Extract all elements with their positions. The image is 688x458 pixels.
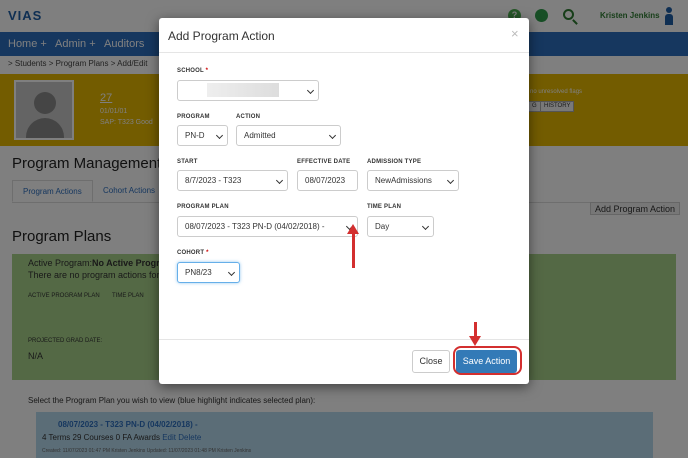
cohort-label: COHORT * bbox=[177, 250, 209, 256]
close-icon[interactable]: × bbox=[511, 26, 519, 41]
arrow-up-shaft bbox=[352, 231, 355, 268]
chevron-down-icon bbox=[446, 176, 455, 185]
chevron-down-icon bbox=[227, 268, 236, 277]
start-label: START bbox=[177, 159, 198, 165]
program-plan-label: PROGRAM PLAN bbox=[177, 204, 229, 210]
required-marker: * bbox=[206, 250, 209, 256]
school-label: SCHOOL * bbox=[177, 68, 209, 74]
action-select[interactable]: Admitted bbox=[236, 125, 341, 146]
modal-title: Add Program Action bbox=[168, 29, 275, 43]
program-label: PROGRAM bbox=[177, 114, 210, 120]
admission-type-select[interactable]: NewAdmissions bbox=[367, 170, 459, 191]
start-select[interactable]: 8/7/2023 - T323 bbox=[177, 170, 288, 191]
arrow-down-icon bbox=[469, 336, 481, 346]
save-highlight-ring bbox=[453, 346, 522, 375]
chevron-down-icon bbox=[275, 176, 284, 185]
time-plan-label-modal: TIME PLAN bbox=[367, 204, 402, 210]
chevron-down-icon bbox=[421, 222, 430, 231]
effective-date-input[interactable]: 08/07/2023 bbox=[297, 170, 358, 191]
modal-header: Add Program Action × bbox=[159, 18, 529, 53]
chevron-down-icon bbox=[306, 86, 315, 95]
chevron-down-icon bbox=[328, 131, 337, 140]
action-label: ACTION bbox=[236, 114, 261, 120]
time-plan-select[interactable]: Day bbox=[367, 216, 434, 237]
chevron-down-icon bbox=[215, 131, 224, 140]
cohort-select[interactable]: PN8/23 bbox=[177, 262, 240, 283]
redacted-school-value bbox=[207, 83, 279, 97]
program-select[interactable]: PN-D bbox=[177, 125, 228, 146]
required-marker: * bbox=[205, 68, 209, 74]
close-button[interactable]: Close bbox=[412, 350, 450, 373]
program-plan-select[interactable]: 08/07/2023 - T323 PN-D (04/02/2018) - bbox=[177, 216, 358, 237]
admission-type-label: ADMISSION TYPE bbox=[367, 159, 422, 165]
effective-date-label: EFFECTIVE DATE bbox=[297, 159, 351, 165]
arrow-up-icon bbox=[347, 224, 359, 234]
